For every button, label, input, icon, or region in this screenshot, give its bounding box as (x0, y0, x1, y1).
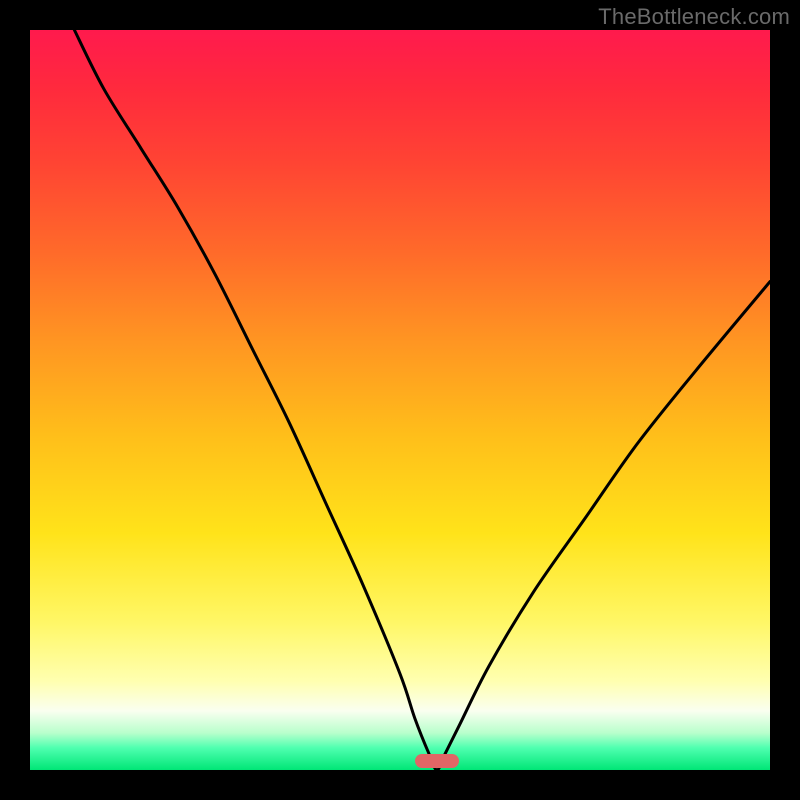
plot-area (30, 30, 770, 770)
chart-frame: TheBottleneck.com (0, 0, 800, 800)
watermark-text: TheBottleneck.com (598, 4, 790, 30)
optimal-marker (415, 754, 459, 768)
bottleneck-curve (30, 30, 770, 770)
